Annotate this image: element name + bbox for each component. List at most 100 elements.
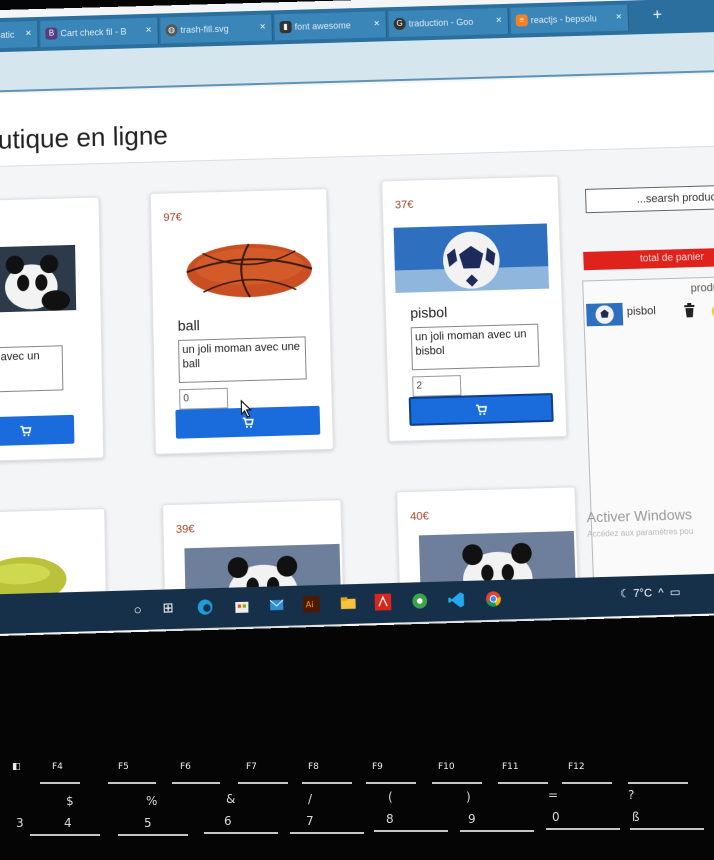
key-edge	[40, 782, 80, 784]
keyboard-key-8: 8	[386, 812, 394, 826]
search-icon[interactable]: ○	[127, 598, 148, 619]
keyboard-key-f4: F4	[52, 762, 63, 772]
laptop-screen: atic × B Cart check fil - B × ◍ trash-fi…	[0, 0, 714, 637]
key-edge	[628, 782, 688, 784]
keyboard-key-f7: F7	[246, 762, 257, 772]
close-icon[interactable]: ×	[615, 5, 622, 31]
keyboard-key-f11: F11	[502, 762, 519, 772]
tab-label: Cart check fil - B	[60, 26, 127, 39]
tab-label: reactjs - bepsolu	[530, 13, 597, 26]
browser-tab-4[interactable]: ▮ font awesome ×	[274, 11, 388, 41]
cart-total-bar: total de panier	[583, 247, 714, 271]
cart-item-name: pisbol	[626, 304, 657, 319]
quantity-input[interactable]: 2	[412, 375, 462, 397]
cart-item: pisbol 2x	[586, 299, 714, 328]
key-edge	[460, 830, 534, 832]
keyboard-key-9: 9	[468, 812, 476, 826]
key-edge	[108, 782, 156, 784]
cart-header: produ	[690, 281, 714, 295]
close-icon[interactable]: ×	[25, 21, 31, 47]
mouse-cursor-icon	[240, 399, 253, 423]
google-icon: G	[393, 17, 406, 31]
add-to-cart-button[interactable]	[408, 393, 554, 426]
add-to-cart-button[interactable]	[0, 414, 75, 447]
close-icon[interactable]: ×	[259, 15, 266, 41]
close-icon[interactable]: ×	[495, 8, 502, 34]
key-edge	[204, 832, 278, 834]
keyboard-key-f10: F10	[438, 762, 455, 772]
svg-text:Ai: Ai	[306, 600, 314, 610]
key-edge	[630, 828, 704, 830]
tab-label: atic	[0, 29, 15, 41]
basketball-image	[171, 235, 327, 306]
key-edge	[562, 782, 612, 784]
soccer-ball-image	[586, 302, 624, 327]
keyboard-key-slash: /	[308, 792, 313, 806]
weather-icon: ☾	[619, 587, 631, 601]
cart-icon	[19, 424, 31, 437]
illustrator-icon[interactable]: Ai	[301, 593, 322, 614]
panda-image	[0, 244, 77, 313]
keyboard-key-4: 4	[64, 816, 72, 830]
keyboard-key-3: 3	[16, 816, 24, 830]
close-icon[interactable]: ×	[373, 11, 380, 37]
globe-icon: ◍	[165, 24, 178, 37]
browser-tab-1[interactable]: atic ×	[0, 20, 39, 49]
cart-icon	[475, 403, 488, 416]
key-edge	[290, 832, 364, 834]
tab-label: font awesome	[294, 20, 351, 32]
keyboard-key-f8: F8	[308, 762, 319, 772]
acrobat-icon[interactable]	[372, 591, 393, 612]
soccer-ball-image	[393, 223, 550, 293]
temperature: 7°C	[632, 587, 653, 601]
keyboard-key-dollar: $	[66, 794, 74, 808]
vscode-icon[interactable]	[446, 589, 467, 610]
node-icon[interactable]	[409, 590, 430, 611]
bootstrap-icon: B	[45, 27, 58, 40]
keyboard-key-paren-open: (	[388, 790, 393, 804]
product-description[interactable]: oman avec un	[0, 345, 64, 394]
key-edge	[302, 782, 352, 784]
file-explorer-icon[interactable]	[338, 592, 359, 613]
browser-tab-3[interactable]: ◍ trash-fill.svg ×	[160, 14, 273, 44]
chevron-up-icon[interactable]: ^	[655, 587, 664, 600]
key-edge	[498, 782, 548, 784]
task-view-icon[interactable]: ⊞	[158, 597, 179, 618]
browser-tab-5[interactable]: G traduction - Goo ×	[388, 7, 510, 38]
tab-label: traduction - Goo	[408, 16, 474, 29]
browser-tab-6[interactable]: ≡ reactjs - bepsolu ×	[510, 4, 630, 34]
key-edge	[238, 782, 288, 784]
keyboard-key-f5: F5	[118, 762, 129, 772]
keyboard-key-ampersand: &	[226, 792, 236, 806]
product-description[interactable]: un joli moman avec un bisbol	[410, 323, 540, 371]
product-name: pisbol	[410, 303, 448, 322]
trash-icon[interactable]	[683, 302, 696, 318]
browser-tab-2[interactable]: B Cart check fil - B ×	[40, 17, 159, 47]
quantity-input[interactable]: 0	[179, 387, 229, 410]
key-edge	[366, 782, 416, 784]
keyboard-key-f9: F9	[372, 762, 383, 772]
edge-icon[interactable]	[195, 596, 216, 617]
close-icon[interactable]: ×	[145, 18, 152, 44]
key-edge	[546, 828, 620, 830]
keyboard-key-7: 7	[306, 814, 314, 828]
product-description[interactable]: un joli moman avec une ball	[178, 336, 307, 384]
mail-icon[interactable]	[266, 594, 287, 615]
chrome-icon[interactable]	[483, 588, 504, 609]
store-icon[interactable]	[231, 595, 252, 616]
page-title: utique en ligne	[0, 119, 169, 155]
keyboard-key-6: 6	[224, 814, 232, 828]
product-card: 37€ pisbol un joli moman avec un bisbol …	[381, 175, 568, 442]
product-price: 40€	[409, 510, 430, 524]
search-input[interactable]: ...searsh produc	[584, 184, 714, 214]
new-tab-button[interactable]: +	[652, 4, 662, 28]
windows-taskbar: ○ ⊞ Ai ☾ 7°C ^ ▭	[0, 572, 714, 635]
product-card: 97€ ball un joli moman avec une ball 0	[149, 188, 334, 455]
product-price: 37€	[394, 198, 414, 212]
key-edge	[30, 834, 100, 836]
system-tray[interactable]: ☾ 7°C ^ ▭	[620, 585, 681, 600]
keyboard-key-0: 0	[552, 810, 560, 824]
key-edge	[374, 830, 448, 832]
tab-label: trash-fill.svg	[180, 23, 229, 36]
key-edge	[172, 782, 220, 784]
